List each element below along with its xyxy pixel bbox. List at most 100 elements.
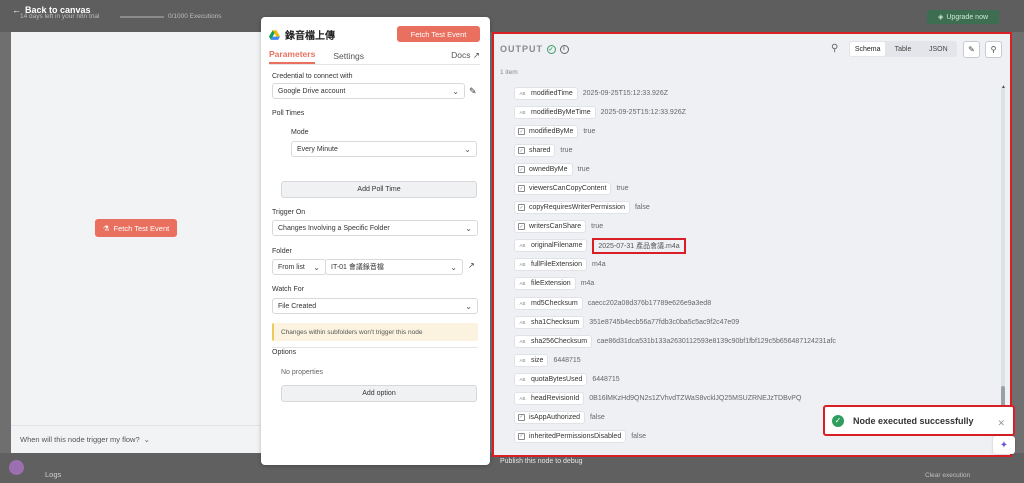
schema-value: false <box>634 204 650 212</box>
schema-row: AB fileExtension m4a <box>514 274 984 293</box>
flask-icon: ⚗ <box>102 223 110 233</box>
view-schema[interactable]: Schema <box>850 42 886 56</box>
string-type-icon: AB <box>519 110 526 116</box>
schema-row: AB originalFilename 2025-07-31 產品會議.m4a <box>514 236 984 255</box>
string-type-icon: AB <box>519 243 526 249</box>
schema-key-pill[interactable]: AB sha256Checksum <box>514 334 593 348</box>
divider <box>272 347 478 348</box>
schema-key-pill[interactable]: ✓ ownedByMe <box>514 163 573 177</box>
chevron-down-icon: ⌄ <box>450 263 457 272</box>
chevron-down-icon: ⌄ <box>452 87 459 96</box>
credential-label: Credential to connect with <box>272 73 353 80</box>
schema-value: m4a <box>591 261 606 269</box>
tab-parameters[interactable]: Parameters <box>269 49 316 64</box>
schema-key: sha1Checksum <box>531 318 580 326</box>
item-count: 1 item <box>500 69 518 76</box>
scroll-up-arrow-icon[interactable]: ▲ <box>1001 84 1006 90</box>
schema-key-pill[interactable]: ✓ viewersCanCopyContent <box>514 182 612 196</box>
upgrade-button[interactable]: ◈ Upgrade now <box>927 10 999 24</box>
schema-row: AB quotaBytesUsed 6448715 <box>514 370 984 389</box>
mode-select[interactable]: Every Minute ⌄ <box>291 141 477 157</box>
schema-key-pill[interactable]: ✓ modifiedByMe <box>514 125 579 139</box>
schema-key-pill[interactable]: AB sha1Checksum <box>514 315 585 329</box>
schema-key: isAppAuthorized <box>529 413 580 421</box>
schema-key: modifiedByMeTime <box>531 109 591 117</box>
edit-output-button[interactable]: ✎ <box>963 41 980 58</box>
close-icon[interactable]: ✕ <box>997 418 1005 429</box>
fetch-test-event-button-left[interactable]: ⚗ Fetch Test Event <box>95 219 177 237</box>
schema-row: AB size 6448715 <box>514 351 984 370</box>
executions-count: 0/1000 Executions <box>168 13 222 20</box>
pin-icon: ⚲ <box>990 45 997 54</box>
schema-key: md5Checksum <box>531 299 578 307</box>
folder-source-select[interactable]: From list ⌄ <box>272 259 326 275</box>
pencil-icon[interactable]: ✎ <box>469 86 477 97</box>
schema-key: shared <box>529 147 551 155</box>
schema-key-pill[interactable]: AB md5Checksum <box>514 296 583 310</box>
trigger-question[interactable]: When will this node trigger my flow? ⌄ <box>11 425 266 453</box>
add-poll-time-button[interactable]: Add Poll Time <box>281 181 477 198</box>
watch-for-value: File Created <box>278 302 317 310</box>
schema-key-pill[interactable]: AB originalFilename <box>514 239 588 253</box>
schema-key-pill[interactable]: ✓ shared <box>514 144 556 158</box>
chevron-down-icon: ⌄ <box>313 263 320 272</box>
schema-key-pill[interactable]: AB fileExtension <box>514 277 576 291</box>
output-scrollbar[interactable] <box>1001 86 1005 436</box>
schema-row: AB fullFileExtension m4a <box>514 255 984 274</box>
schema-value: cae86d31dca531b133a2630112593e8139c90bf1… <box>597 337 836 345</box>
pin-output-button[interactable]: ⚲ <box>985 41 1002 58</box>
tab-settings[interactable]: Settings <box>333 51 364 64</box>
node-title-text: 錄音檔上傳 <box>285 31 335 42</box>
schema-value: 6448715 <box>553 356 581 364</box>
input-panel <box>11 32 266 452</box>
schema-key-pill[interactable]: AB fullFileExtension <box>514 258 587 272</box>
upgrade-icon: ◈ <box>937 14 944 21</box>
view-table[interactable]: Table <box>885 42 920 56</box>
logs-label[interactable]: Logs <box>45 470 61 479</box>
poll-times-label: Poll Times <box>272 110 305 117</box>
info-icon[interactable]: i <box>560 44 569 54</box>
schema-value: 0B16lMKzHd9QN2s1ZVhvdTZWaS8vcklJQ25MSUZR… <box>589 394 802 402</box>
output-header: OUTPUT ✓ i <box>500 44 569 54</box>
ai-assistant-button[interactable]: ✦ <box>993 436 1015 454</box>
schema-key-pill[interactable]: ✓ inheritedPermissionsDisabled <box>514 429 627 443</box>
folder-select[interactable]: IT-01 會議錄音檔 ⌄ <box>325 259 463 275</box>
schema-rows: AB modifiedTime 2025-09-25T15:12:33.926Z AB… <box>514 84 984 446</box>
schema-key-pill[interactable]: AB headRevisionId <box>514 391 585 405</box>
schema-key: inheritedPermissionsDisabled <box>529 432 622 440</box>
clear-execution-button[interactable]: Clear execution <box>925 472 970 479</box>
schema-row: ✓ copyRequiresWriterPermission false <box>514 198 984 217</box>
add-option-button[interactable]: Add option <box>281 385 477 402</box>
schema-key: size <box>531 356 544 364</box>
watch-for-label: Watch For <box>272 286 305 293</box>
schema-value: true <box>583 128 596 136</box>
search-icon[interactable]: ⚲ <box>831 43 838 54</box>
fetch-label: Fetch Test Event <box>113 223 170 233</box>
schema-key-pill[interactable]: ✓ isAppAuthorized <box>514 410 585 424</box>
trigger-on-value: Changes Involving a Specific Folder <box>278 224 390 232</box>
docs-link[interactable]: Docs ↗ <box>451 50 480 64</box>
schema-key-pill[interactable]: AB modifiedByMeTime <box>514 106 596 120</box>
external-link-icon[interactable]: ↗ <box>468 261 475 270</box>
success-toast: ✓ Node executed successfully ✕ <box>823 405 1015 436</box>
schema-key-pill[interactable]: ✓ writersCanShare <box>514 220 587 234</box>
publish-hint: Publish this node to debug <box>500 458 583 465</box>
schema-key-pill[interactable]: AB modifiedTime <box>514 87 578 101</box>
fetch-test-event-button[interactable]: Fetch Test Event <box>397 26 480 42</box>
schema-key-pill[interactable]: AB size <box>514 353 549 367</box>
schema-key-pill[interactable]: ✓ copyRequiresWriterPermission <box>514 201 630 215</box>
avatar[interactable] <box>9 460 24 475</box>
trigger-on-select[interactable]: Changes Involving a Specific Folder ⌄ <box>272 220 478 236</box>
watch-for-select[interactable]: File Created ⌄ <box>272 298 478 314</box>
string-type-icon: AB <box>519 91 526 97</box>
view-json[interactable]: JSON <box>921 42 956 56</box>
credential-select[interactable]: Google Drive account ⌄ <box>272 83 465 99</box>
schema-key: headRevisionId <box>531 394 580 402</box>
chevron-down-icon: ⌄ <box>465 224 472 233</box>
schema-row: ✓ viewersCanCopyContent true <box>514 179 984 198</box>
schema-value: false <box>631 432 647 440</box>
schema-key-pill[interactable]: AB quotaBytesUsed <box>514 372 588 386</box>
schema-value: m4a <box>580 280 595 288</box>
schema-key: copyRequiresWriterPermission <box>529 204 625 212</box>
schema-value-highlighted: 2025-07-31 產品會議.m4a <box>592 237 686 254</box>
